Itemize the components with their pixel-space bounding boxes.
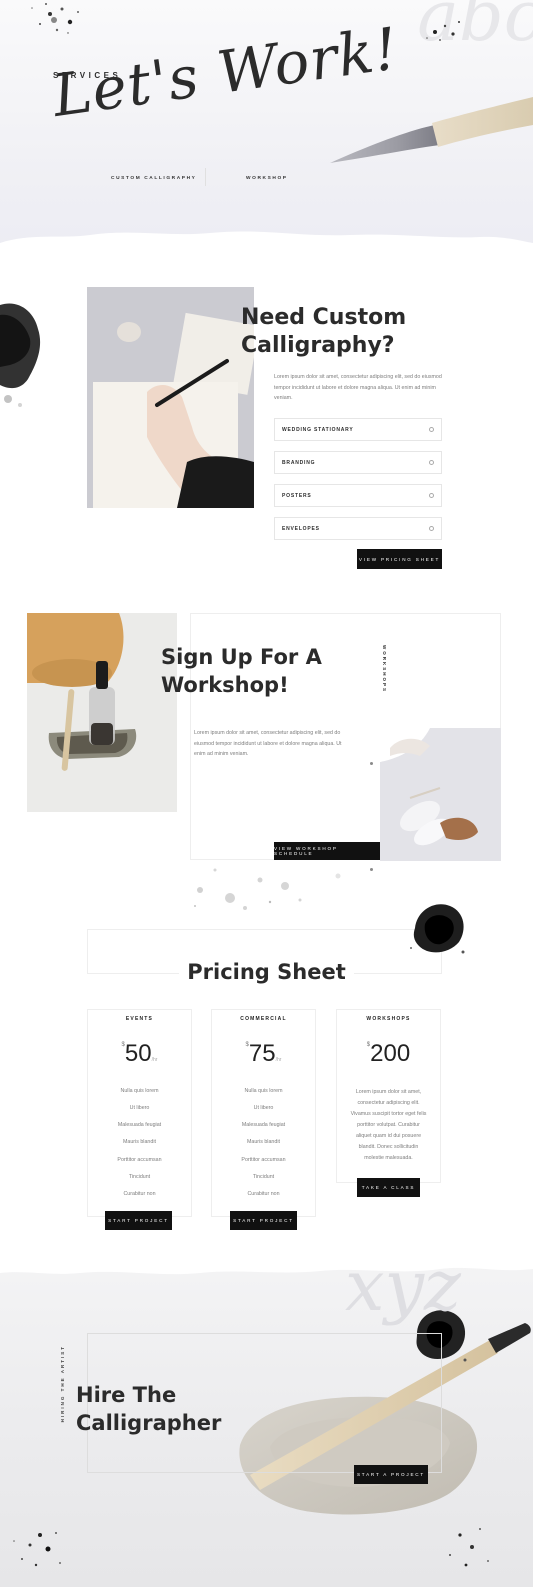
description-line: blandit. Donec sollicitudin: [358, 1144, 419, 1150]
feature-item: Malesuada feugiat: [117, 1122, 162, 1128]
custom-title-line2: Calligraphy?: [241, 333, 395, 358]
brushes-ceramic-photo: [380, 728, 501, 861]
hero-divider: [205, 168, 206, 186]
description-line: Lorem ipsum dolor sit amet,: [355, 1089, 422, 1095]
accordion-posters[interactable]: POSTERS: [274, 484, 442, 507]
take-a-class-button[interactable]: TAKE A CLASS: [357, 1178, 420, 1197]
hero-section: abc SERVICES Let's Work! CUSTOM CALLIGRA…: [0, 0, 533, 255]
ink-splatter-workshop: [194, 868, 341, 910]
feature-item: Nulla quis lorem: [244, 1088, 283, 1094]
card-price: $200: [337, 1040, 440, 1068]
feature-item: Porttitor accumsan: [241, 1157, 286, 1163]
torn-paper-edge: [0, 231, 533, 255]
toggle-icon: [429, 526, 434, 531]
card-price: $75/hr: [212, 1040, 315, 1068]
ink-splatter-bottom-left: [13, 1532, 61, 1567]
workshop-title-line2: Workshop!: [161, 673, 289, 697]
currency-symbol: $: [245, 1042, 249, 1048]
ink-blot-left: [0, 303, 41, 407]
accordion-envelopes[interactable]: ENVELOPES: [274, 517, 442, 540]
accordion-label: WEDDING STATIONARY: [282, 426, 354, 433]
pricing-card-workshops: WORKSHOPS $200 Lorem ipsum dolor sit ame…: [336, 1009, 441, 1183]
hire-title-line1: Hire The: [76, 1383, 177, 1407]
hire-vertical-label: HIRING THE ARTIST: [60, 1345, 65, 1423]
hire-title: Hire The Calligrapher: [76, 1381, 221, 1437]
custom-title: Need Custom Calligraphy?: [241, 304, 406, 360]
ink-bottle-photo: [27, 613, 177, 812]
start-project-button-commercial[interactable]: START PROJECT: [230, 1211, 297, 1230]
feature-item: Porttitor accumsan: [117, 1157, 162, 1163]
accordion-branding[interactable]: BRANDING: [274, 451, 442, 474]
accordion-label: ENVELOPES: [282, 525, 320, 532]
slider-dot[interactable]: [370, 762, 373, 765]
workshops-vertical-label: WORKSHOPS: [382, 645, 387, 694]
accordion-label: POSTERS: [282, 492, 312, 499]
feature-item: Ut libero: [253, 1105, 274, 1111]
custom-paragraph: Lorem ipsum dolor sit amet, consectetur …: [274, 374, 442, 401]
brush-image: [330, 97, 533, 163]
view-workshop-schedule-button[interactable]: VIEW WORKSHOP SCHEDULE: [274, 842, 380, 860]
custom-title-line1: Need Custom: [241, 305, 407, 330]
pricing-card-commercial: COMMERCIAL $75/hr Nulla quis lorem Ut li…: [211, 1009, 316, 1217]
currency-symbol: $: [366, 1042, 371, 1048]
price-amount: 200: [370, 1040, 411, 1067]
ink-splatter-top-left: [31, 3, 79, 34]
description-line: aliquet quam id dui posuere: [355, 1133, 422, 1139]
hero-link-workshop[interactable]: WORKSHOP: [246, 176, 288, 181]
workshop-title-line1: Sign Up For A: [161, 645, 322, 669]
feature-item: Curabitur non: [123, 1191, 156, 1197]
description-line: porttitor volutpat. Curabitur: [357, 1122, 420, 1128]
card-price: $50/hr: [88, 1040, 191, 1068]
pricing-title: Pricing Sheet: [0, 960, 533, 984]
feature-item: Curabitur non: [247, 1191, 280, 1197]
workshop-title: Sign Up For A Workshop!: [161, 643, 322, 699]
price-amount: 75: [248, 1040, 276, 1067]
feature-item: Mauris blandit: [123, 1139, 156, 1145]
start-project-button-events[interactable]: START PROJECT: [105, 1211, 172, 1230]
price-period: /hr: [151, 1057, 158, 1063]
price-amount: 50: [124, 1040, 152, 1067]
description-line: molestie malesuada.: [364, 1155, 413, 1161]
price-period: /hr: [275, 1057, 282, 1063]
ink-blot-pricing: [410, 904, 465, 954]
pricing-title-text: Pricing Sheet: [179, 960, 354, 984]
feature-item: Tincidunt: [252, 1174, 275, 1180]
view-pricing-sheet-button[interactable]: VIEW PRICING SHEET: [357, 549, 442, 569]
workshop-paragraph: Lorem ipsum dolor sit amet, consectetur …: [194, 730, 342, 757]
currency-symbol: $: [121, 1042, 125, 1048]
accordion-wedding-stationary[interactable]: WEDDING STATIONARY: [274, 418, 442, 441]
toggle-icon: [429, 460, 434, 465]
feature-item: Ut libero: [129, 1105, 150, 1111]
decorative-ghost-text: xyz: [345, 1255, 461, 1327]
card-name: WORKSHOPS: [366, 1016, 411, 1022]
description-line: Vivamus suscipit tortor eget felis: [350, 1111, 427, 1117]
card-name: EVENTS: [125, 1016, 154, 1022]
accordion-label: BRANDING: [282, 459, 316, 466]
pricing-card-events: EVENTS $50/hr Nulla quis lorem Ut libero…: [87, 1009, 192, 1217]
ink-splatter-top-right: [426, 21, 460, 41]
slider-dot[interactable]: [370, 868, 373, 871]
description-line: consectetur adipiscing elit.: [357, 1100, 420, 1106]
start-a-project-button[interactable]: START A PROJECT: [354, 1465, 428, 1484]
feature-item: Mauris blandit: [247, 1139, 280, 1145]
feature-item: Tincidunt: [128, 1174, 151, 1180]
feature-item: Malesuada feugiat: [241, 1122, 286, 1128]
toggle-icon: [429, 493, 434, 498]
calligraphy-writing-photo: [87, 287, 254, 508]
hire-title-line2: Calligrapher: [76, 1411, 222, 1435]
toggle-icon: [429, 427, 434, 432]
feature-item: Nulla quis lorem: [120, 1088, 159, 1094]
hero-link-custom-calligraphy[interactable]: CUSTOM CALLIGRAPHY: [111, 176, 196, 181]
card-name: COMMERCIAL: [240, 1016, 287, 1022]
ink-splatter-bottom-right: [449, 1528, 489, 1567]
